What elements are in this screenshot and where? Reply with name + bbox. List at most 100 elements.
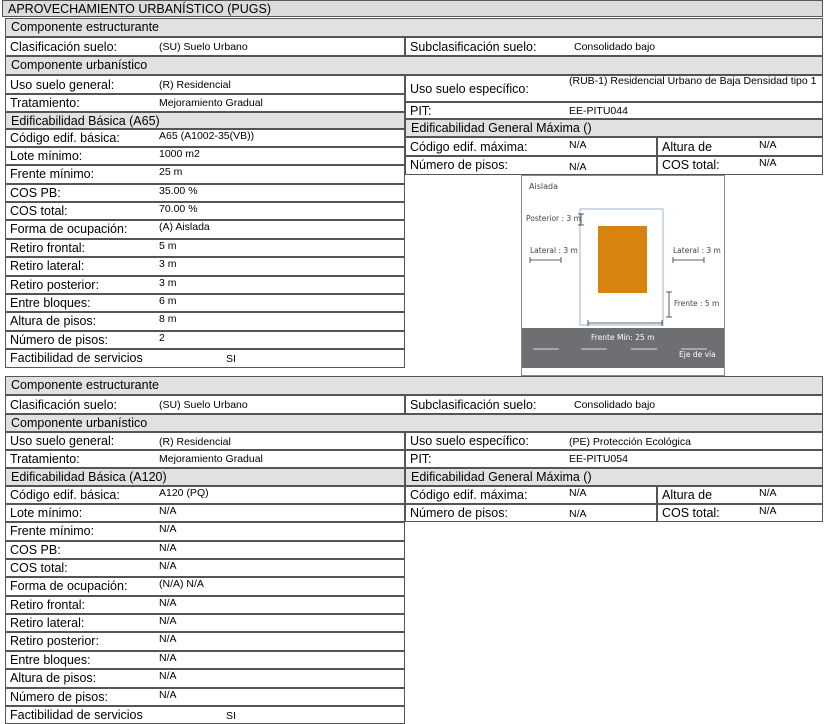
basica-row: Número de pisos: N/A (5, 688, 405, 706)
diagram-type-label: Aislada (529, 182, 558, 191)
pit-row: PIT: EE-PITU044 (405, 102, 823, 119)
basica-row: Código edif. básica: A120 (PQ) (5, 486, 405, 504)
basica-row-label: Lote mínimo: (10, 149, 83, 163)
edificabilidad-basica-header: Edificabilidad Básica (A65) (5, 112, 405, 129)
basica-row: Frente mínimo: 25 m (5, 165, 405, 184)
basica-row-value: N/A (159, 542, 177, 554)
componente-estructurante-header-2: Componente estructurante (5, 376, 823, 395)
basica-row-value: 1000 m2 (159, 148, 200, 160)
basica-row: Lote mínimo: 1000 m2 (5, 147, 405, 165)
altura-maxima-label-2: Altura de (662, 488, 713, 502)
basica-row-label: Altura de pisos: (10, 671, 97, 685)
uso-especifico-value-2: (PE) Protección Ecológica (569, 436, 691, 448)
basica-row-label: Factibilidad de servicios (10, 351, 143, 365)
basica-row-value: N/A (159, 505, 177, 517)
codigo-maxima-value: N/A (569, 139, 587, 151)
pisos-maxima-label-2: Número de pisos: (410, 506, 508, 520)
basica-row-value: SI (226, 710, 236, 722)
uso-general-label: Uso suelo general: (10, 78, 115, 92)
uso-especifico-label-2: Uso suelo específico: (410, 434, 529, 448)
basica-row-label: Entre bloques: (10, 296, 91, 310)
basica-row-label: Número de pisos: (10, 690, 108, 704)
clasificacion-label-2: Clasificación suelo: (10, 398, 117, 412)
basica-row-label: Retiro frontal: (10, 241, 86, 255)
basica-row-value: SI (226, 353, 236, 365)
cos-maxima-label-2: COS total: (662, 506, 720, 520)
basica-row: COS total: N/A (5, 559, 405, 577)
uso-especifico-value: (RUB-1) Residencial Urbano de Baja Densi… (569, 75, 817, 87)
altura-maxima-label: Altura de (662, 140, 713, 154)
clasificacion-value-2: (SU) Suelo Urbano (159, 399, 248, 411)
basica-row: Retiro lateral: N/A (5, 614, 405, 632)
pit-label-2: PIT: (410, 452, 432, 466)
uso-general-label-2: Uso suelo general: (10, 434, 115, 448)
pit-value: EE-PITU044 (569, 105, 628, 117)
subclasificacion-row-2: Subclasificación suelo: Consolidado bajo (405, 395, 823, 414)
basica-row-label: Forma de ocupación: (10, 222, 128, 236)
building-footprint (598, 226, 647, 293)
basica-row-label: Retiro posterior: (10, 634, 99, 648)
uso-especifico-label: Uso suelo específico: (410, 82, 529, 96)
basica-row-label: Lote mínimo: (10, 506, 83, 520)
basica-row-label: COS total: (10, 561, 68, 575)
pisos-maxima-row-2: Número de pisos: N/A (405, 504, 657, 522)
basica-row-value: (N/A) N/A (159, 578, 204, 590)
uso-general-value-2: (R) Residencial (159, 436, 231, 448)
basica-row-value: 6 m (159, 295, 177, 307)
basica-row-label: Altura de pisos: (10, 314, 97, 328)
uso-general-value: (R) Residencial (159, 79, 231, 91)
pisos-maxima-label: Número de pisos: (410, 158, 508, 172)
clasificacion-value: (SU) Suelo Urbano (159, 41, 248, 53)
basica-row-value: 70.00 % (159, 203, 198, 215)
basica-row-label: Frente mínimo: (10, 167, 95, 181)
altura-maxima-value: N/A (759, 139, 777, 151)
subclasificacion-label: Subclasificación suelo: (410, 40, 537, 54)
basica-row-value: 3 m (159, 258, 177, 270)
edificabilidad-maxima-header-2: Edificabilidad General Máxima () (405, 468, 823, 486)
codigo-maxima-row-2: Código edif. máxima: N/A (405, 486, 657, 504)
basica-row: Entre bloques: N/A (5, 651, 405, 669)
clasificacion-label: Clasificación suelo: (10, 40, 117, 54)
lateral-left-label: Lateral : 3 m (530, 246, 578, 255)
basica-row-label: Frente mínimo: (10, 524, 95, 538)
clasificacion-row: Clasificación suelo: (SU) Suelo Urbano (5, 37, 405, 56)
pit-label: PIT: (410, 104, 432, 118)
lot-diagram: Aislada Posterior : 3 m Lateral : 3 m La… (521, 175, 725, 376)
basica-row-label: Entre bloques: (10, 653, 91, 667)
frente-min-label: Frente Mín: 25 m (591, 333, 654, 342)
basica-row-label: COS PB: (10, 186, 61, 200)
basica-row-label: Número de pisos: (10, 333, 108, 347)
codigo-maxima-row: Código edif. máxima: N/A (405, 137, 657, 156)
edificabilidad-maxima-header: Edificabilidad General Máxima () (405, 119, 823, 137)
basica-row: Entre bloques: 6 m (5, 294, 405, 312)
cos-maxima-row-2: COS total: N/A (657, 504, 823, 522)
componente-estructurante-header: Componente estructurante (5, 18, 823, 37)
page-title: APROVECHAMIENTO URBANÍSTICO (PUGS) (2, 0, 823, 17)
edificabilidad-basica-header-2: Edificabilidad Básica (A120) (5, 468, 405, 486)
tratamiento-label-2: Tratamiento: (10, 452, 80, 466)
basica-row: Lote mínimo: N/A (5, 504, 405, 522)
uso-general-row: Uso suelo general: (R) Residencial (5, 75, 405, 94)
basica-row-label: Forma de ocupación: (10, 579, 128, 593)
basica-row-value: 35.00 % (159, 185, 198, 197)
basica-row: Forma de ocupación: (N/A) N/A (5, 577, 405, 596)
basica-row-label: Retiro frontal: (10, 598, 86, 612)
tratamiento-label: Tratamiento: (10, 96, 80, 110)
codigo-maxima-value-2: N/A (569, 487, 587, 499)
basica-row: Retiro lateral: 3 m (5, 257, 405, 276)
basica-row-value: N/A (159, 670, 177, 682)
subclasificacion-value: Consolidado bajo (574, 41, 656, 53)
tratamiento-value-2: Mejoramiento Gradual (159, 453, 263, 465)
basica-row-value: A65 (A1002-35(VB)) (159, 130, 255, 142)
basica-row-value: 25 m (159, 166, 183, 178)
clasificacion-row-2: Clasificación suelo: (SU) Suelo Urbano (5, 395, 405, 414)
basica-row-value: N/A (159, 615, 177, 627)
basica-row: Retiro posterior: 3 m (5, 276, 405, 294)
basica-row-label: Retiro lateral: (10, 259, 85, 273)
pisos-maxima-row: Número de pisos: N/A (405, 156, 657, 175)
basica-row-label: Retiro lateral: (10, 616, 85, 630)
altura-maxima-row-2: Altura de N/A (657, 486, 823, 504)
altura-maxima-row: Altura de N/A (657, 137, 823, 156)
basica-row: Factibilidad de servicios SI (5, 349, 405, 368)
pisos-maxima-value-2: N/A (569, 508, 587, 520)
